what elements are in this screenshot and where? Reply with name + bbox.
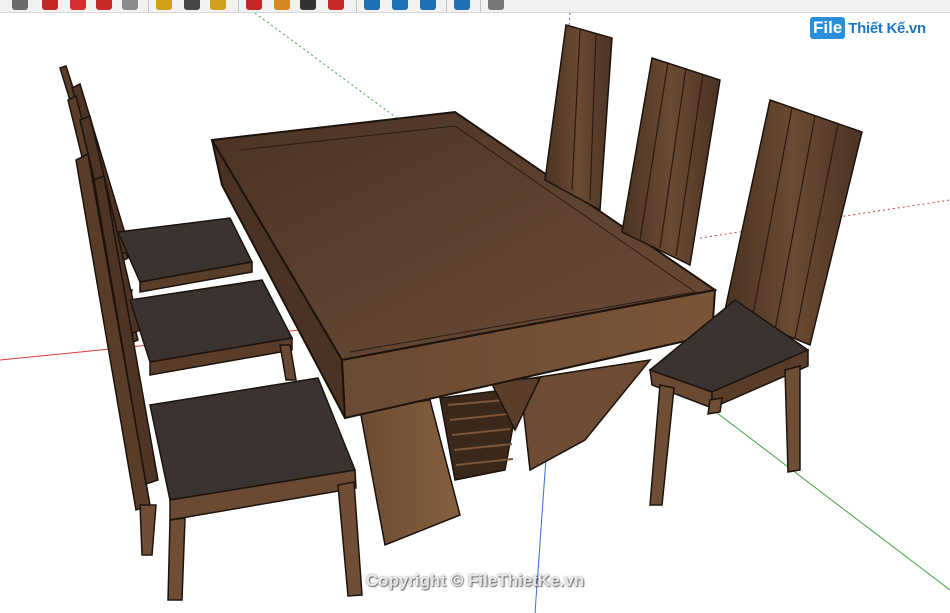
toolbar-separator: [446, 0, 447, 12]
globe-icon[interactable]: [488, 0, 504, 10]
move-icon[interactable]: [328, 0, 344, 10]
toolbar-separator: [238, 0, 239, 12]
redo-icon[interactable]: [96, 0, 112, 10]
viewport-3d[interactable]: [0, 13, 950, 613]
box-icon[interactable]: [122, 0, 138, 10]
push-pull-icon[interactable]: [246, 0, 262, 10]
magnify-icon[interactable]: [300, 0, 316, 10]
orbit-icon[interactable]: [364, 0, 380, 10]
logo-file-text: File: [810, 17, 846, 39]
scissors-icon[interactable]: [70, 0, 86, 10]
watermark-logo: File Thiết Kế.vn: [810, 16, 926, 40]
settings-icon[interactable]: [454, 0, 470, 10]
wifi-icon[interactable]: [42, 0, 58, 10]
pencil-icon[interactable]: [156, 0, 172, 10]
chair-right-middle: [621, 57, 721, 267]
chair-right-far: [544, 24, 613, 212]
paint-bucket-icon[interactable]: [210, 0, 226, 10]
zoom-extents-icon[interactable]: [420, 0, 436, 10]
tape-icon[interactable]: [184, 0, 200, 10]
toolbar-separator: [356, 0, 357, 12]
copyright-watermark: Copyright © FileThietKe.vn: [365, 571, 585, 590]
toolbar-separator: [148, 0, 149, 12]
pan-icon[interactable]: [392, 0, 408, 10]
follow-me-icon[interactable]: [274, 0, 290, 10]
layer-icon[interactable]: [12, 0, 28, 10]
toolbar-separator: [480, 0, 481, 12]
toolbar: [0, 0, 950, 13]
logo-rest-text: Thiết Kế.vn: [848, 19, 926, 37]
